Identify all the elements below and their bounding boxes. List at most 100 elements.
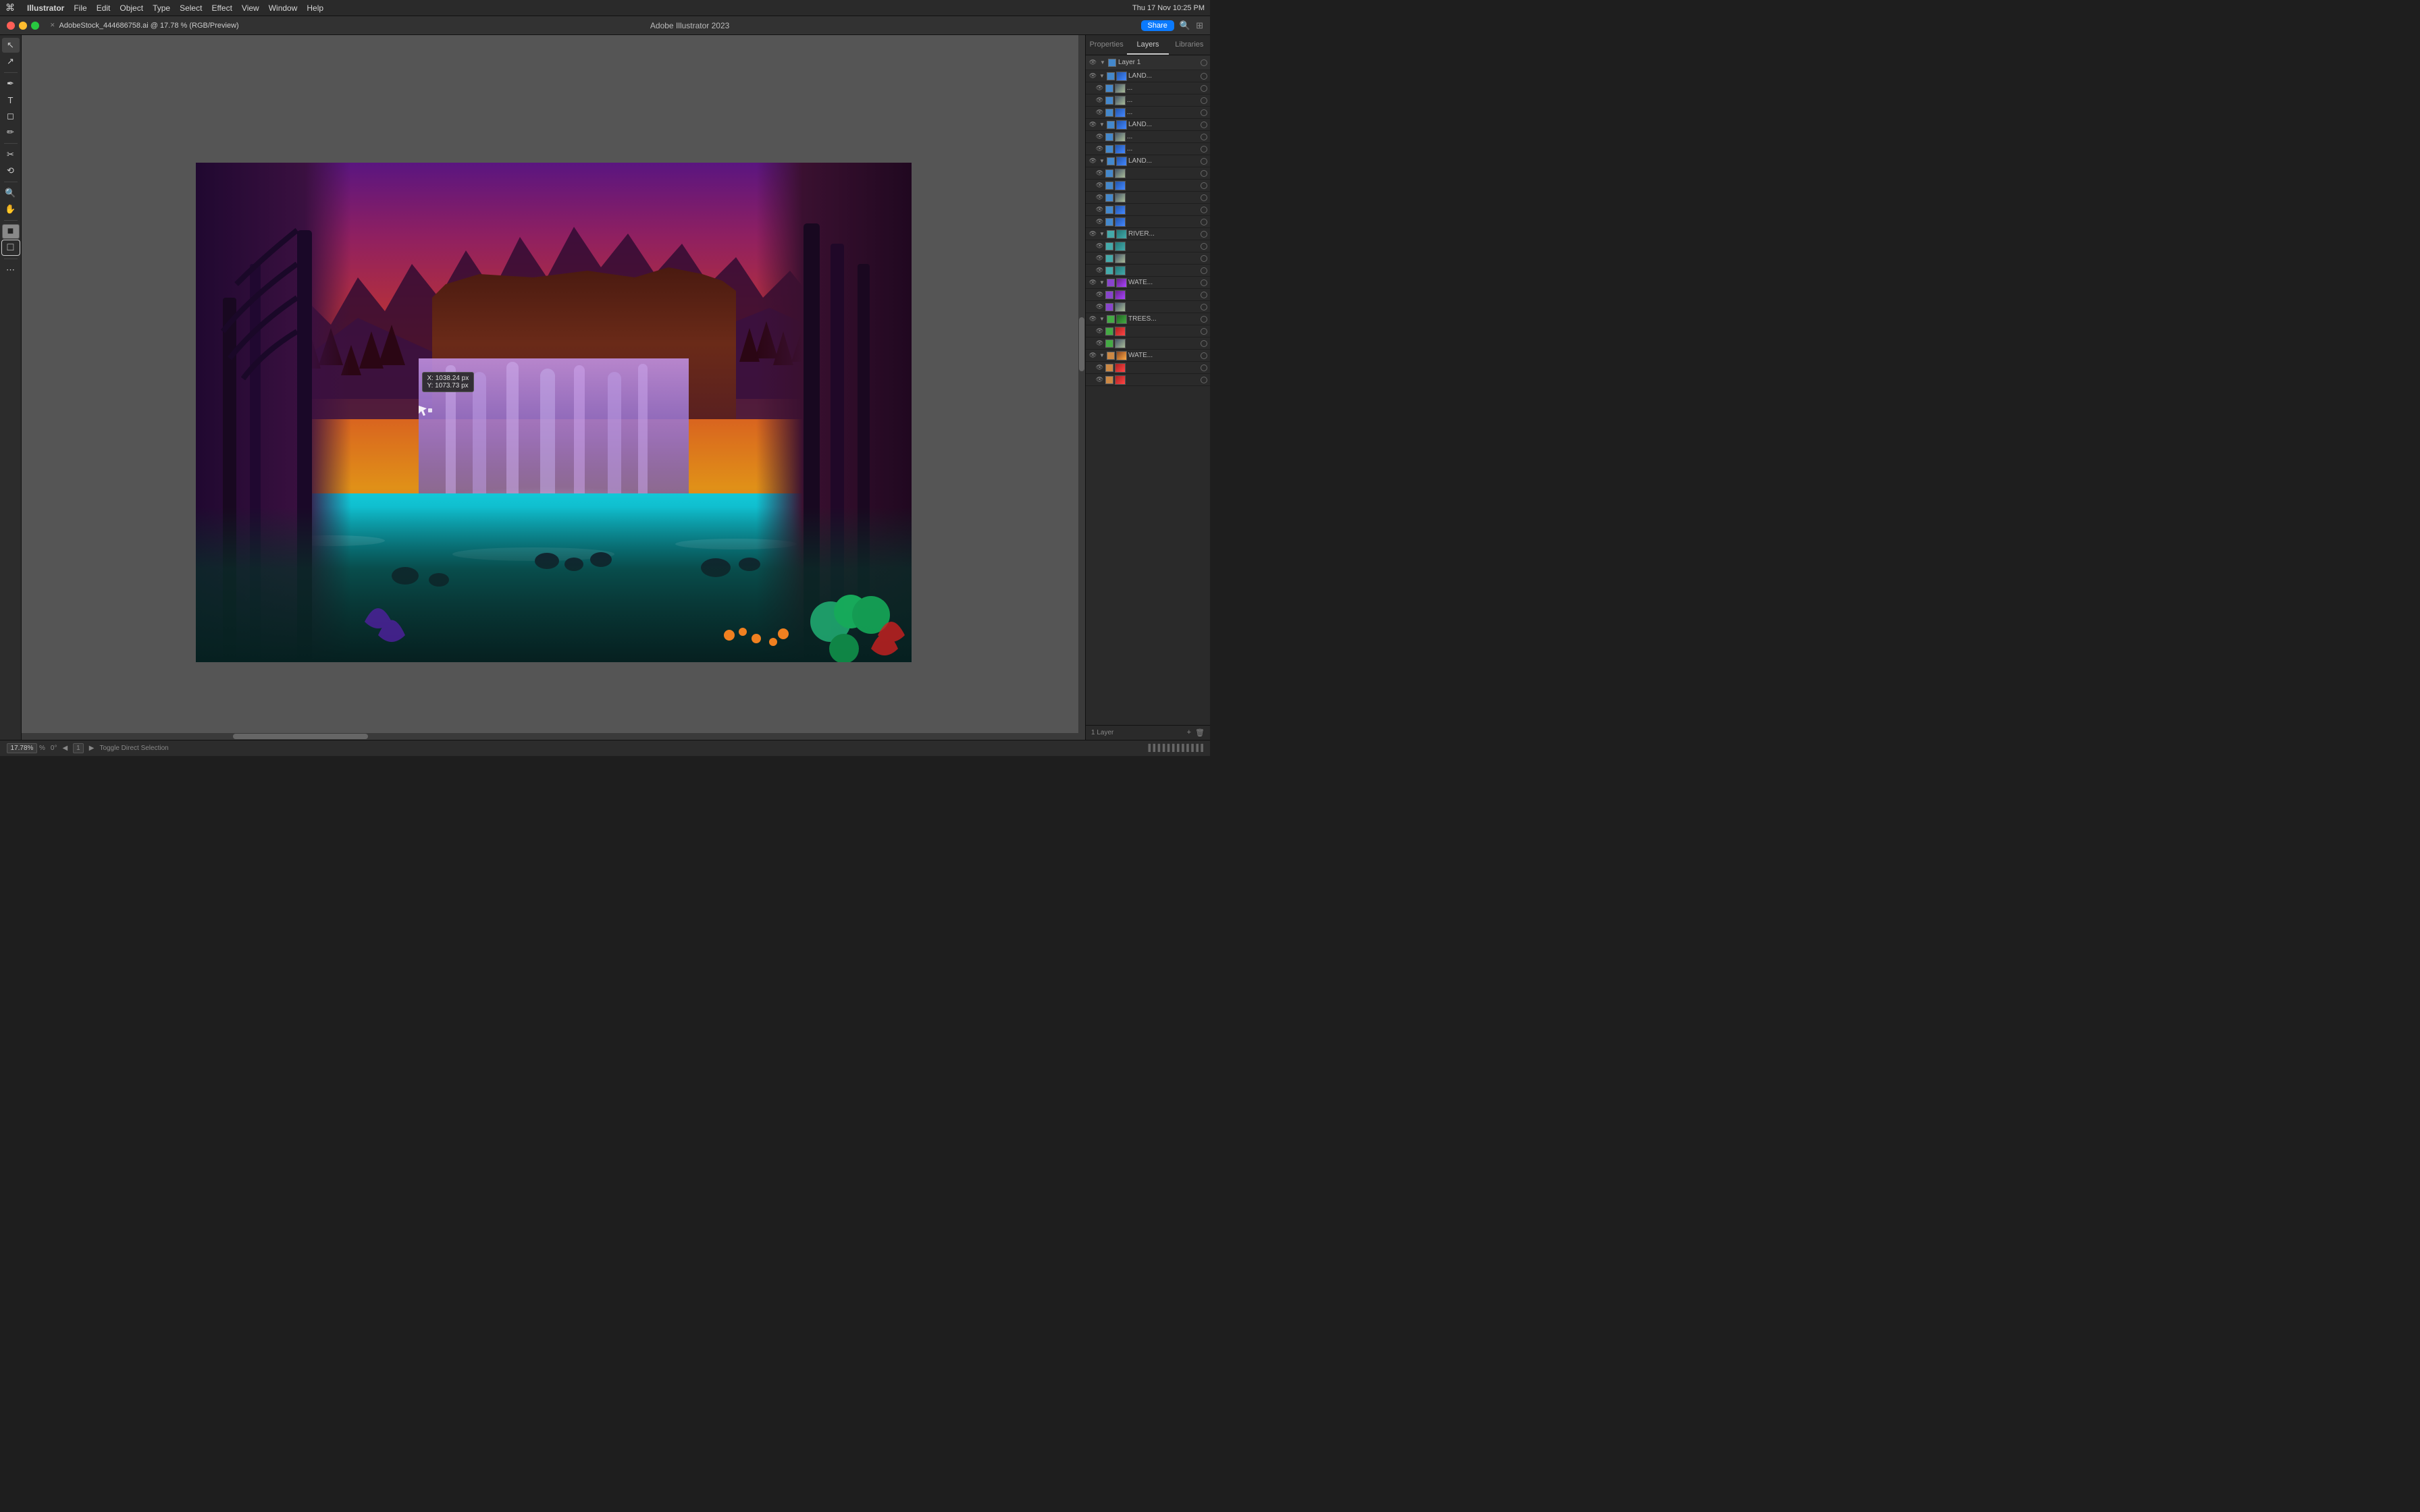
- rotate-tool[interactable]: ⟲: [2, 163, 20, 178]
- visibility-icon[interactable]: 👁: [1088, 120, 1097, 129]
- layer-target[interactable]: [1201, 207, 1207, 213]
- visibility-icon[interactable]: 👁: [1095, 181, 1104, 190]
- text-tool[interactable]: T: [2, 92, 20, 107]
- list-item[interactable]: 👁: [1086, 362, 1210, 374]
- direct-selection-tool[interactable]: ↗: [2, 54, 20, 69]
- list-item[interactable]: 👁 ...: [1086, 143, 1210, 155]
- layer-target[interactable]: [1201, 377, 1207, 383]
- more-tools[interactable]: ⋯: [2, 263, 20, 277]
- layer-target[interactable]: [1201, 364, 1207, 371]
- visibility-icon[interactable]: 👁: [1095, 363, 1104, 372]
- select-menu[interactable]: Select: [180, 3, 202, 13]
- list-item[interactable]: 👁: [1086, 216, 1210, 228]
- effect-menu[interactable]: Effect: [211, 3, 232, 13]
- shape-tool[interactable]: ◻: [2, 109, 20, 124]
- vertical-scrollbar[interactable]: [1078, 35, 1085, 740]
- layer-target[interactable]: [1201, 97, 1207, 104]
- tab-layers[interactable]: Layers: [1127, 35, 1168, 55]
- visibility-icon[interactable]: 👁: [1095, 327, 1104, 335]
- layer-target[interactable]: [1201, 352, 1207, 359]
- list-item[interactable]: 👁 ▼ TREES...: [1086, 313, 1210, 325]
- layer-target[interactable]: [1201, 316, 1207, 323]
- visibility-icon[interactable]: 👁: [1095, 132, 1104, 141]
- app-menu[interactable]: Illustrator: [27, 3, 64, 13]
- layer-target[interactable]: [1201, 85, 1207, 92]
- artboard-input[interactable]: 1: [73, 743, 84, 753]
- layer-target[interactable]: [1201, 292, 1207, 298]
- layer-target[interactable]: [1201, 340, 1207, 347]
- list-item[interactable]: 👁 ...: [1086, 82, 1210, 94]
- fill-color[interactable]: ■: [2, 224, 20, 239]
- list-item[interactable]: 👁 ...: [1086, 94, 1210, 107]
- list-item[interactable]: 👁 ▼ WATE...: [1086, 277, 1210, 289]
- layer-target[interactable]: [1201, 170, 1207, 177]
- expand-arrow[interactable]: ▼: [1099, 231, 1105, 238]
- list-item[interactable]: 👁: [1086, 265, 1210, 277]
- maximize-button[interactable]: [31, 22, 39, 30]
- visibility-icon[interactable]: 👁: [1088, 230, 1097, 238]
- list-item[interactable]: 👁 ▼ RIVER...: [1086, 228, 1210, 240]
- expand-arrow[interactable]: ▼: [1099, 316, 1105, 323]
- grid-icon[interactable]: ⊞: [1196, 20, 1203, 31]
- pen-tool[interactable]: ✒: [2, 76, 20, 91]
- layer-target[interactable]: [1201, 279, 1207, 286]
- layer-target[interactable]: [1201, 134, 1207, 140]
- layer-target[interactable]: [1201, 146, 1207, 153]
- visibility-icon[interactable]: 👁: [1095, 84, 1104, 92]
- layer1-expand-arrow[interactable]: ▼: [1099, 59, 1106, 66]
- expand-arrow[interactable]: ▼: [1099, 73, 1105, 80]
- expand-arrow[interactable]: ▼: [1099, 279, 1105, 286]
- visibility-icon[interactable]: 👁: [1095, 205, 1104, 214]
- zoom-tool[interactable]: 🔍: [2, 186, 20, 200]
- list-item[interactable]: 👁: [1086, 192, 1210, 204]
- list-item[interactable]: 👁: [1086, 301, 1210, 313]
- hand-tool[interactable]: ✋: [2, 202, 20, 217]
- list-item[interactable]: 👁 ▼ WATE...: [1086, 350, 1210, 362]
- visibility-icon[interactable]: 👁: [1095, 193, 1104, 202]
- zoom-input[interactable]: [7, 743, 37, 753]
- tab-libraries[interactable]: Libraries: [1169, 35, 1210, 55]
- new-layer-icon[interactable]: +: [1187, 728, 1191, 737]
- list-item[interactable]: 👁: [1086, 252, 1210, 265]
- tab-properties[interactable]: Properties: [1086, 35, 1127, 55]
- expand-arrow[interactable]: ▼: [1099, 158, 1105, 165]
- layer-target[interactable]: [1201, 194, 1207, 201]
- visibility-icon[interactable]: 👁: [1095, 96, 1104, 105]
- share-button[interactable]: Share: [1141, 20, 1174, 31]
- visibility-icon[interactable]: 👁: [1088, 278, 1097, 287]
- horizontal-scrollbar[interactable]: [22, 733, 1078, 740]
- object-menu[interactable]: Object: [120, 3, 143, 13]
- layer-target[interactable]: [1201, 122, 1207, 128]
- list-item[interactable]: 👁 ...: [1086, 131, 1210, 143]
- list-item[interactable]: 👁: [1086, 240, 1210, 252]
- tab-close-icon[interactable]: ✕: [50, 22, 55, 29]
- list-item[interactable]: 👁: [1086, 180, 1210, 192]
- scissors-tool[interactable]: ✂: [2, 147, 20, 162]
- visibility-icon[interactable]: 👁: [1095, 144, 1104, 153]
- list-item[interactable]: 👁 ▼ LAND...: [1086, 70, 1210, 82]
- layer-target[interactable]: [1201, 267, 1207, 274]
- visibility-icon[interactable]: 👁: [1095, 242, 1104, 250]
- layer-target[interactable]: [1201, 231, 1207, 238]
- visibility-icon[interactable]: 👁: [1088, 157, 1097, 165]
- layer-target[interactable]: [1201, 182, 1207, 189]
- delete-layer-icon[interactable]: 🗑: [1195, 728, 1205, 737]
- list-item[interactable]: 👁 ▼ LAND...: [1086, 155, 1210, 167]
- zoom-control[interactable]: %: [7, 743, 45, 753]
- layer1-visibility-icon[interactable]: 👁: [1088, 58, 1097, 67]
- visibility-icon[interactable]: 👁: [1095, 108, 1104, 117]
- expand-arrow[interactable]: ▼: [1099, 352, 1105, 359]
- visibility-icon[interactable]: 👁: [1095, 375, 1104, 384]
- layer-target[interactable]: [1201, 109, 1207, 116]
- layer1-target-circle[interactable]: [1201, 59, 1207, 66]
- layer-target[interactable]: [1201, 73, 1207, 80]
- window-menu[interactable]: Window: [269, 3, 298, 13]
- search-icon[interactable]: 🔍: [1180, 20, 1190, 31]
- horizontal-scrollbar-thumb[interactable]: [233, 734, 368, 739]
- visibility-icon[interactable]: 👁: [1095, 217, 1104, 226]
- list-item[interactable]: 👁 ▼ LAND...: [1086, 119, 1210, 131]
- visibility-icon[interactable]: 👁: [1095, 266, 1104, 275]
- visibility-icon[interactable]: 👁: [1095, 302, 1104, 311]
- type-menu[interactable]: Type: [153, 3, 170, 13]
- visibility-icon[interactable]: 👁: [1088, 315, 1097, 323]
